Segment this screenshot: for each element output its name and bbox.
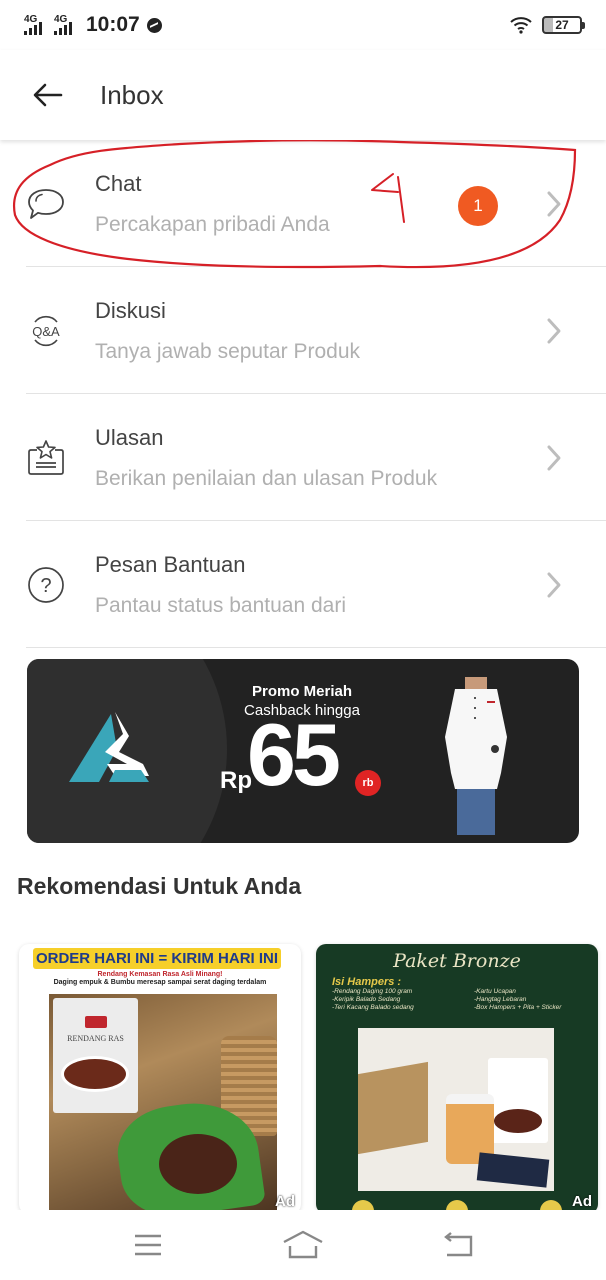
help-question-icon: ? xyxy=(24,563,68,607)
battery-level: 27 xyxy=(555,18,569,32)
chat-bubble-icon xyxy=(24,182,68,226)
menu-item-chat[interactable]: Chat Percakapan pribadi Anda 1 xyxy=(0,140,606,267)
signal-icon: 4G xyxy=(54,14,80,36)
menu-subtitle: Tanya jawab seputar Produk xyxy=(95,339,360,363)
menu-title: Chat xyxy=(95,170,142,196)
menu-icon xyxy=(134,1234,161,1256)
status-bar: 4G 4G 10:07 27 xyxy=(0,0,606,50)
chevron-right-icon xyxy=(547,445,561,470)
menu-title: Diskusi xyxy=(95,297,166,323)
chevron-right-icon xyxy=(547,572,561,597)
product-title: Paket Bronze xyxy=(393,950,521,972)
brand-logo-icon xyxy=(69,712,149,782)
ad-label: Ad xyxy=(275,1193,295,1210)
back-nav-button[interactable] xyxy=(433,1225,483,1265)
hampers-item: -Kartu Ucapan xyxy=(474,988,516,995)
hampers-label: Isi Hampers : xyxy=(332,976,402,988)
messenger-icon xyxy=(146,17,162,33)
home-icon xyxy=(283,1230,323,1259)
hampers-item: -Box Hampers + Pita + Sticker xyxy=(474,1004,562,1011)
back-button[interactable] xyxy=(28,75,68,115)
system-nav-bar xyxy=(0,1210,606,1280)
product-brand: RENDANG RAS xyxy=(67,1034,124,1043)
menu-item-ulasan[interactable]: Ulasan Berikan penilaian dan ulasan Prod… xyxy=(0,394,606,521)
promo-title: Promo Meriah xyxy=(251,683,353,700)
product-image xyxy=(358,1028,554,1191)
menu-item-pesan-bantuan[interactable]: ? Pesan Bantuan Pantau status bantuan da… xyxy=(0,521,606,648)
arrow-left-icon xyxy=(33,83,63,107)
back-icon xyxy=(444,1232,473,1257)
hampers-item: -Teri Kacang Balado sedang xyxy=(332,1004,414,1011)
product-tagline: Rendang Kemasan Rasa Asli Minang! xyxy=(97,971,223,978)
page-title: Inbox xyxy=(100,79,164,110)
ad-label: Ad xyxy=(572,1193,592,1210)
home-button[interactable] xyxy=(278,1225,328,1265)
chevron-right-icon xyxy=(547,191,561,216)
inbox-menu-list: Chat Percakapan pribadi Anda 1 Q&A Disku… xyxy=(0,140,606,648)
signal-icon: 4G xyxy=(24,14,50,36)
svg-text:?: ? xyxy=(40,575,51,597)
review-star-icon xyxy=(24,436,68,480)
promo-banner[interactable]: Promo Meriah Cashback hingga 65 Rp rb xyxy=(27,659,579,843)
product-image: RENDANG RAS xyxy=(49,994,277,1214)
hampers-items-right: -Kartu Ucapan -Hangtag Lebaran -Box Hamp… xyxy=(474,988,561,1012)
product-description: Daging empuk & Bumbu meresap sampai sera… xyxy=(53,979,267,986)
unread-badge: 1 xyxy=(458,186,498,226)
menu-item-diskusi[interactable]: Q&A Diskusi Tanya jawab seputar Produk xyxy=(0,267,606,394)
menu-subtitle: Percakapan pribadi Anda xyxy=(95,212,330,236)
app-header: Inbox xyxy=(0,50,606,140)
product-card[interactable]: ORDER HARI INI = KIRIM HARI INI Rendang … xyxy=(19,944,301,1214)
svg-text:Q&A: Q&A xyxy=(32,324,60,339)
menu-title: Ulasan xyxy=(95,424,164,450)
promo-currency: Rp xyxy=(220,767,252,794)
promo-unit-badge: rb xyxy=(355,770,381,796)
promo-amount: 65 xyxy=(247,705,341,804)
hampers-item: -Hangtag Lebaran xyxy=(474,996,527,1003)
model-image xyxy=(445,677,507,835)
battery-indicator: 27 xyxy=(542,16,585,34)
chevron-right-icon xyxy=(547,318,561,343)
wifi-icon xyxy=(510,17,532,34)
product-card[interactable]: Paket Bronze Isi Hampers : -Rendang Dagi… xyxy=(316,944,598,1214)
divider xyxy=(26,647,606,648)
menu-title: Pesan Bantuan xyxy=(95,551,246,577)
menu-subtitle: Berikan penilaian dan ulasan Produk xyxy=(95,466,438,490)
hampers-item: -Rendang Daging 100 gram xyxy=(332,988,413,995)
hampers-item: -Keripik Balado Sedang xyxy=(332,996,401,1003)
product-banner-text: ORDER HARI INI = KIRIM HARI INI xyxy=(33,948,281,969)
status-time: 10:07 xyxy=(86,13,140,36)
recents-button[interactable] xyxy=(123,1225,173,1265)
qa-icon: Q&A xyxy=(24,309,68,353)
section-title: Rekomendasi Untuk Anda xyxy=(17,873,302,899)
menu-subtitle: Pantau status bantuan dari xyxy=(95,593,347,617)
hampers-items-left: -Rendang Daging 100 gram -Keripik Balado… xyxy=(332,988,414,1012)
